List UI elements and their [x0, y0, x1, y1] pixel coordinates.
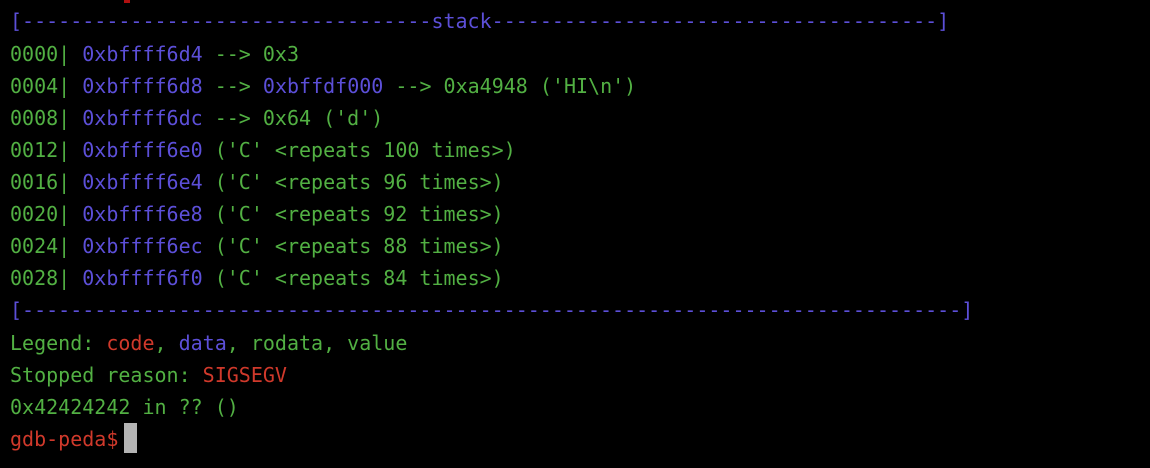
stack-row: 0012| 0xbffff6e0 ('C' <repeats 100 times… — [10, 134, 1150, 166]
stack-address: 0xbffff6f0 — [82, 266, 203, 290]
stopped-reason-line: Stopped reason: SIGSEGV — [10, 359, 1150, 391]
gdb-prompt: gdb-peda$ — [10, 427, 119, 451]
stack-value: ('C' <repeats 92 times>) — [202, 202, 504, 226]
stack-address: 0xbffff6dc — [82, 106, 203, 130]
stack-offset: 0024| — [10, 234, 71, 258]
stack-row: 0028| 0xbffff6f0 ('C' <repeats 84 times>… — [10, 262, 1150, 294]
legend-sep: , — [154, 331, 179, 355]
separator-left: [---------------------------------- — [10, 9, 432, 33]
stack-value: --> 0x3 — [202, 42, 300, 66]
stack-value: ('C' <repeats 88 times>) — [202, 234, 504, 258]
stack-offset: 0004| — [10, 74, 71, 98]
stack-address: 0xbffff6d4 — [82, 42, 203, 66]
stack-value: --> 0x64 ('d') — [202, 106, 384, 130]
separator-right: -------------------------------------] — [491, 9, 950, 33]
stack-offset: 0028| — [10, 266, 71, 290]
stack-value: --> 0xa4948 ('HI\n') — [383, 74, 637, 98]
stack-address: 0xbffff6e8 — [82, 202, 203, 226]
top-edge-mark — [124, 0, 130, 3]
text-cursor[interactable] — [124, 423, 138, 453]
stack-separator-top: [----------------------------------stack… — [10, 5, 1150, 38]
legend-rest: , rodata, value — [226, 331, 408, 355]
stack-row: 0000| 0xbffff6d4 --> 0x3 — [10, 38, 1150, 70]
legend-label: Legend: — [10, 331, 107, 355]
stack-value: ('C' <repeats 100 times>) — [202, 138, 516, 162]
stack-value: ('C' <repeats 84 times>) — [202, 266, 504, 290]
location-line: 0x42424242 in ?? () — [10, 395, 239, 419]
stack-offset: 0012| — [10, 138, 71, 162]
legend-code: code — [106, 331, 155, 355]
stack-offset: 0016| — [10, 170, 71, 194]
stack-row: 0016| 0xbffff6e4 ('C' <repeats 96 times>… — [10, 166, 1150, 198]
stack-row: 0020| 0xbffff6e8 ('C' <repeats 92 times>… — [10, 198, 1150, 230]
legend-data: data — [178, 331, 227, 355]
stack-pointer-address: 0xbffdf000 — [262, 74, 384, 98]
stack-row: 0024| 0xbffff6ec ('C' <repeats 88 times>… — [10, 230, 1150, 262]
stack-arrow: --> — [202, 74, 263, 98]
stopped-reason: SIGSEGV — [202, 363, 287, 387]
stack-address: 0xbffff6e4 — [82, 170, 203, 194]
terminal-output[interactable]: [----------------------------------stack… — [10, 5, 1150, 455]
stack-row: 0008| 0xbffff6dc --> 0x64 ('d') — [10, 102, 1150, 134]
prompt-line[interactable]: gdb-peda$ — [10, 423, 1150, 455]
stack-offset: 0000| — [10, 42, 71, 66]
stopped-label: Stopped reason: — [10, 363, 203, 387]
legend-line: Legend: code, data, rodata, value — [10, 327, 1150, 359]
stack-separator-bottom: [---------------------------------------… — [10, 294, 1150, 327]
stack-offset: 0020| — [10, 202, 71, 226]
separator-line: [---------------------------------------… — [10, 298, 974, 322]
stack-value: ('C' <repeats 96 times>) — [202, 170, 504, 194]
stack-address: 0xbffff6ec — [82, 234, 203, 258]
stack-row: 0004| 0xbffff6d8 --> 0xbffdf000 --> 0xa4… — [10, 70, 1150, 102]
stack-offset: 0008| — [10, 106, 71, 130]
stack-section-title: stack — [431, 9, 492, 33]
stack-address: 0xbffff6d8 — [82, 74, 203, 98]
stack-address: 0xbffff6e0 — [82, 138, 203, 162]
